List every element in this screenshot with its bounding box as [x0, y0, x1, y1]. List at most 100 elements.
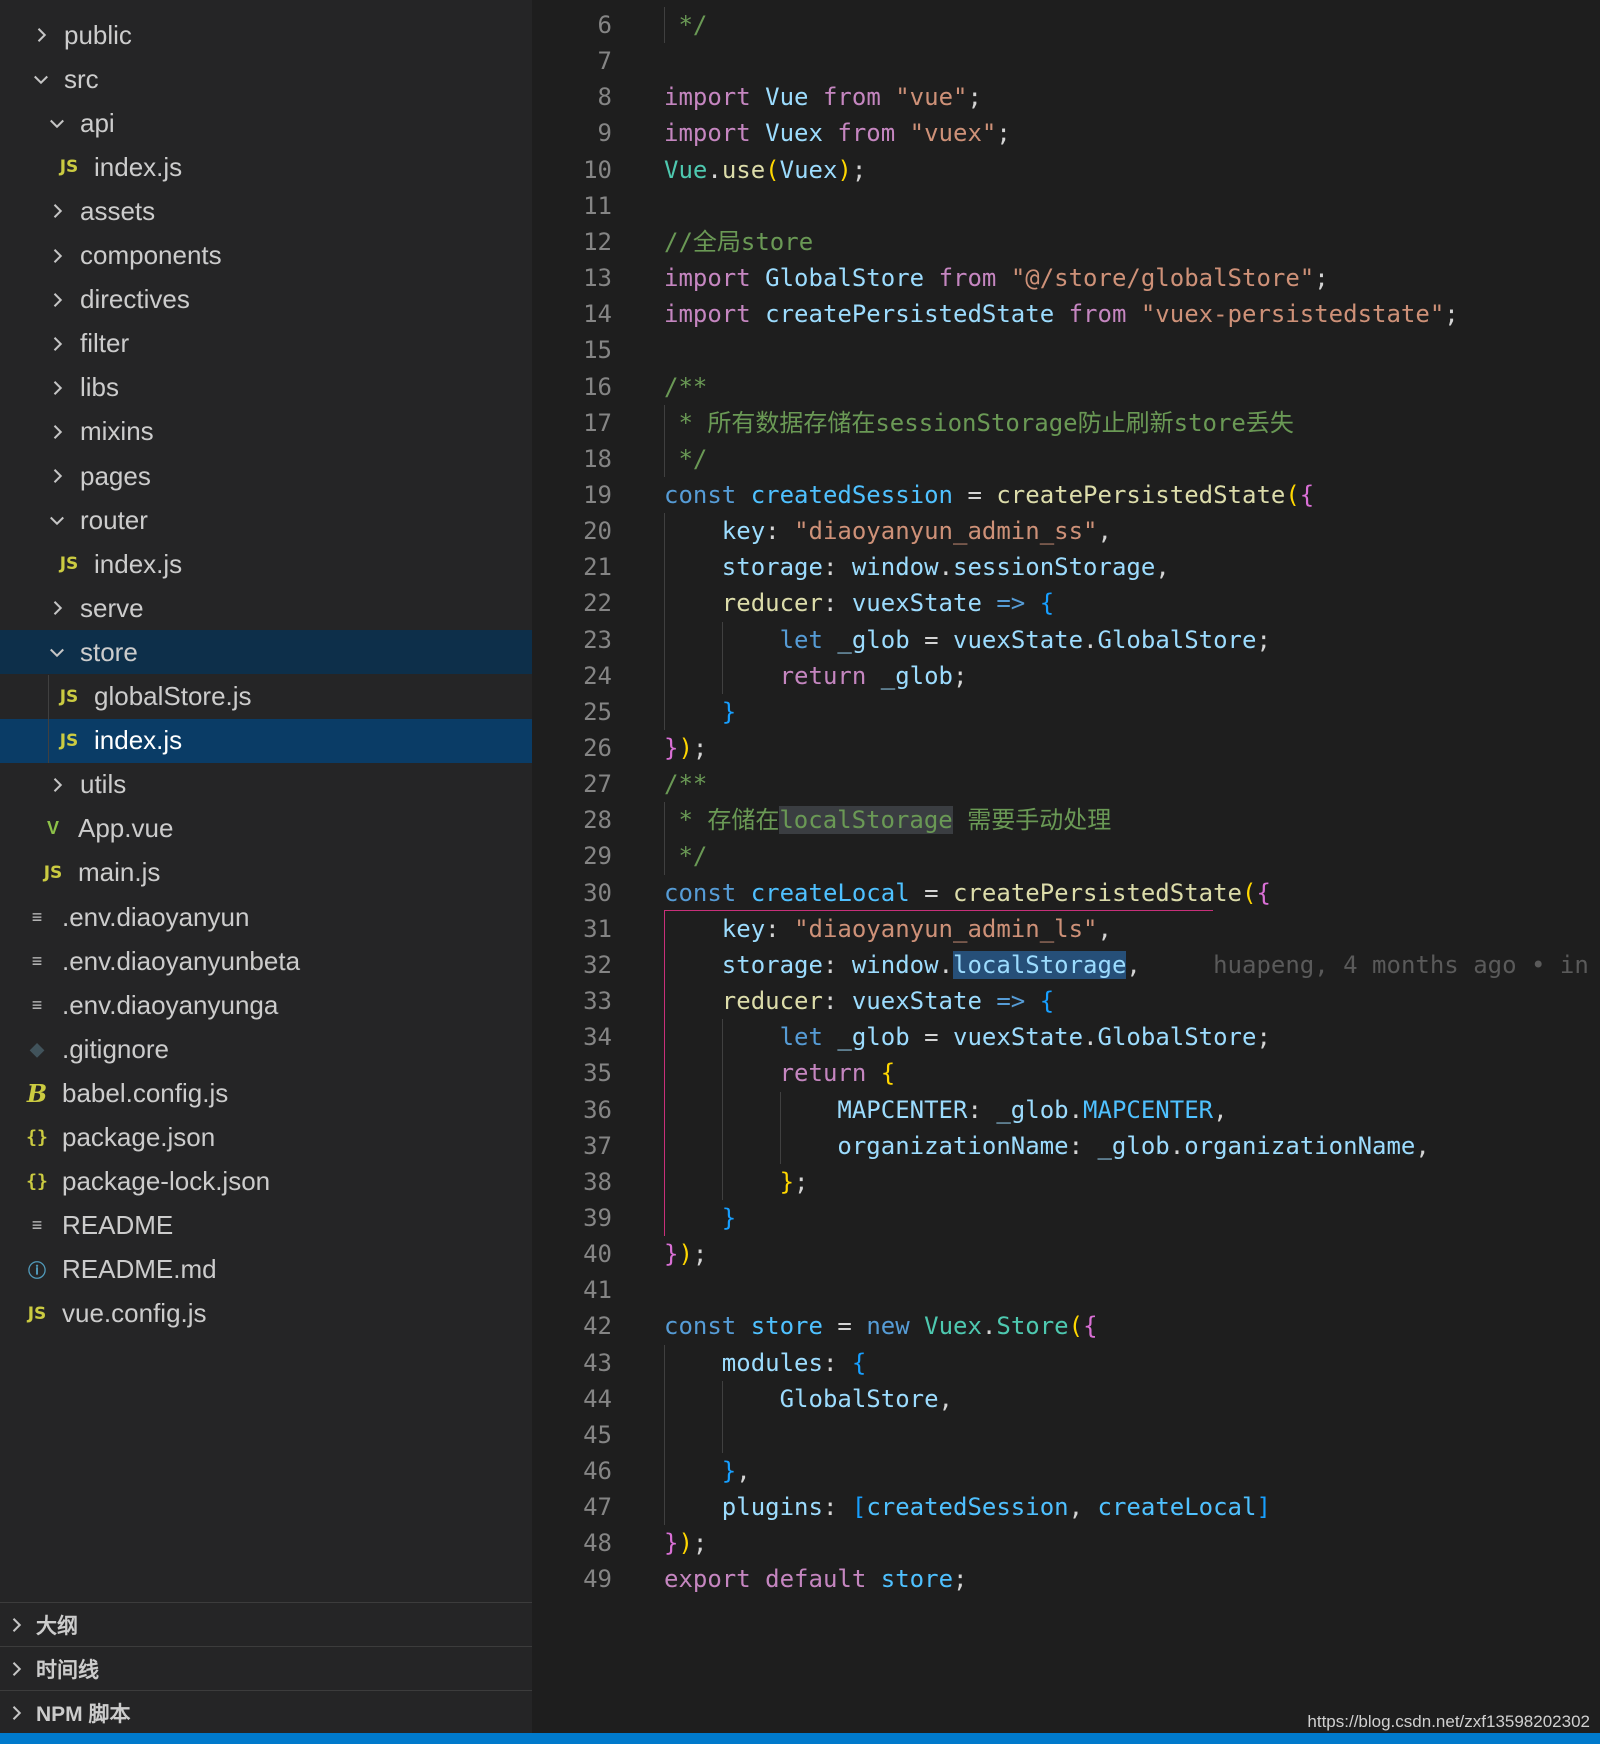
- line-code: organizationName: _glob.organizationName…: [664, 1128, 1429, 1164]
- panel-npm-scripts[interactable]: NPM 脚本: [0, 1690, 532, 1734]
- code-token: const: [664, 480, 737, 509]
- file-item-env-diaoyanyunbeta[interactable]: ≡ .env.diaoyanyunbeta: [0, 939, 532, 983]
- file-item-package-json[interactable]: {} package.json: [0, 1116, 532, 1160]
- panel-timeline[interactable]: 时间线: [0, 1646, 532, 1690]
- code-token: sessionStorage: [953, 553, 1156, 582]
- panel-label: NPM 脚本: [36, 1702, 131, 1726]
- code-token: vuexState: [851, 589, 982, 618]
- code-token: */: [664, 842, 708, 871]
- code-token: plugins: [721, 1493, 823, 1522]
- file-item-index-js[interactable]: JS index.js: [0, 542, 532, 586]
- code-editor[interactable]: 6 */ 7 8 import Vue from "vue"; 9 import Vuex…: [532, 0, 1600, 1744]
- folder-item-utils[interactable]: utils: [0, 763, 532, 807]
- line-number: 21: [583, 553, 612, 582]
- code-line: 8 import Vue from "vue";: [532, 79, 1600, 115]
- line-code: reducer: vuexState => {: [664, 983, 1054, 1019]
- code-line: 42 const store = new Vuex.Store({: [532, 1308, 1600, 1344]
- folder-item-mixins[interactable]: mixins: [0, 410, 532, 454]
- code-line: 21 storage: window.sessionStorage,: [532, 549, 1600, 585]
- code-token: createLocal: [750, 878, 910, 907]
- line-number: 9: [597, 119, 612, 148]
- code-line: 13 import GlobalStore from "@/store/globa…: [532, 260, 1600, 296]
- code-line: 34 let _glob = vuexState.GlobalStore;: [532, 1019, 1600, 1055]
- folder-item-pages[interactable]: pages: [0, 454, 532, 498]
- code-token: {: [1299, 480, 1315, 509]
- file-item-babel-config-js[interactable]: Bbabel.config.js: [0, 1071, 532, 1115]
- tree-item-label: router: [80, 504, 148, 535]
- code-token: modules: [721, 1348, 823, 1377]
- line-number: 30: [583, 878, 612, 907]
- line-code: key: "diaoyanyun_admin_ls",: [664, 911, 1112, 947]
- text-lines-icon: ≡: [31, 1215, 43, 1236]
- line-number: 44: [583, 1384, 612, 1413]
- code-line: 25 }: [532, 694, 1600, 730]
- file-item-main-js[interactable]: JS main.js: [0, 851, 532, 895]
- line-code: */: [664, 441, 707, 477]
- line-code: });: [664, 730, 707, 766]
- info-icon: ⓘ: [28, 1260, 46, 1281]
- code-line: 33 reducer: vuexState => {: [532, 983, 1600, 1019]
- folder-item-filter[interactable]: filter: [0, 322, 532, 366]
- code-token: {: [851, 1348, 867, 1377]
- folder-item-src[interactable]: src: [0, 57, 532, 101]
- code-token: createdSession: [750, 480, 953, 509]
- folder-item-api[interactable]: api: [0, 101, 532, 145]
- file-item-app-vue[interactable]: V App.vue: [0, 807, 532, 851]
- folder-item-serve[interactable]: serve: [0, 586, 532, 630]
- code-token: GlobalStore: [779, 1384, 939, 1413]
- panel-outline[interactable]: 大纲: [0, 1602, 532, 1646]
- code-token: (: [1242, 878, 1257, 907]
- folder-item-store[interactable]: store: [0, 630, 532, 675]
- file-item-globalstore-js[interactable]: JS globalStore.js: [0, 675, 532, 719]
- line-code: */: [664, 7, 707, 43]
- tree-item-label: App.vue: [78, 813, 174, 844]
- line-code: }: [664, 694, 736, 730]
- code-token: ,: [1213, 1095, 1228, 1124]
- folder-item-components[interactable]: components: [0, 234, 532, 278]
- line-number: 10: [583, 155, 612, 184]
- folder-item-libs[interactable]: libs: [0, 366, 532, 410]
- code-token: ;: [1256, 1023, 1271, 1052]
- code-line: 35 return {: [532, 1055, 1600, 1091]
- code-line: 37 organizationName: _glob.organizationN…: [532, 1128, 1600, 1164]
- file-item-readme-md[interactable]: ⓘ README.md: [0, 1248, 532, 1292]
- code-token: ;: [794, 1167, 809, 1196]
- code-token: ;: [1444, 300, 1459, 329]
- folder-item-public[interactable]: public: [0, 13, 532, 57]
- code-token: ;: [851, 155, 867, 184]
- file-item-gitignore[interactable]: ◆ .gitignore: [0, 1027, 532, 1071]
- code-token: ;: [1256, 625, 1271, 654]
- git-blame-annotation: huapeng, 4 months ago • in: [1213, 950, 1589, 979]
- folder-item-assets[interactable]: assets: [0, 189, 532, 233]
- folder-item-router[interactable]: router: [0, 498, 532, 542]
- code-token: =>: [996, 987, 1026, 1016]
- chevron-right-icon: [46, 597, 68, 619]
- file-item-env-diaoyanyunga[interactable]: ≡ .env.diaoyanyunga: [0, 983, 532, 1027]
- tree-item-label: api: [80, 107, 115, 138]
- file-item-index-js[interactable]: JS index.js: [0, 145, 532, 189]
- tree-item-label: store: [80, 636, 138, 667]
- code-token: ,: [736, 1457, 751, 1485]
- line-number: 31: [583, 914, 612, 943]
- line-code: }: [664, 1200, 736, 1236]
- folder-item-directives[interactable]: directives: [0, 278, 532, 322]
- line-code: */: [664, 838, 707, 874]
- code-token: /**: [664, 372, 708, 401]
- code-token: }: [721, 697, 737, 726]
- file-item-vue-config-js[interactable]: JS vue.config.js: [0, 1292, 532, 1336]
- code-token: }: [721, 1203, 737, 1232]
- file-item-package-lock-json[interactable]: {} package-lock.json: [0, 1160, 532, 1204]
- code-line: 48});: [532, 1525, 1600, 1561]
- file-item-index-js[interactable]: JS index.js: [0, 718, 532, 763]
- code-token: vuexState: [953, 1023, 1084, 1052]
- line-number: 40: [583, 1240, 612, 1269]
- file-item-env-diaoyanyun[interactable]: ≡ .env.diaoyanyun: [0, 895, 532, 939]
- file-item-readme[interactable]: ≡ README: [0, 1204, 532, 1248]
